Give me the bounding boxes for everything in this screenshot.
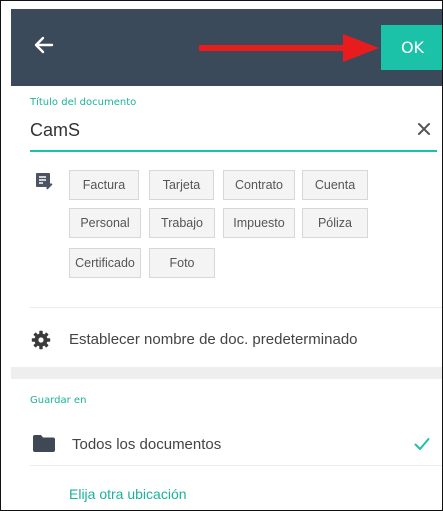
arrow-left-icon[interactable] [29,30,59,60]
tag-chip[interactable]: Certificado [69,248,141,278]
ok-button[interactable]: OK [381,25,442,70]
gear-icon [31,330,51,350]
tag-chip[interactable]: Póliza [302,208,368,238]
close-icon[interactable] [412,117,436,141]
section-divider [30,465,442,466]
selected-location-label: Todos los documentos [72,436,222,453]
app-screen: OK Título del documento Factura Tarjeta … [11,9,442,510]
annotation-arrow-icon [199,34,379,62]
tag-chip[interactable]: Contrato [223,170,295,200]
screenshot-frame: OK Título del documento Factura Tarjeta … [0,0,443,511]
tag-chip[interactable]: Tarjeta [149,170,214,200]
set-default-name-button[interactable]: Establecer nombre de doc. predeterminado [11,314,442,364]
choose-other-location-link[interactable]: Elija otra ubicación [69,486,187,502]
location-option-all-documents[interactable]: Todos los documentos [11,419,442,465]
tag-chip[interactable]: Factura [69,170,139,200]
tag-chip[interactable]: Trabajo [149,208,215,238]
section-separator [11,367,442,379]
tag-chip[interactable]: Cuenta [302,170,368,200]
top-app-bar: OK [11,9,442,86]
save-in-label: Guardar en [30,395,87,406]
tag-chip[interactable]: Foto [149,248,215,278]
note-edit-icon [35,172,53,190]
document-title-input[interactable] [30,112,410,148]
check-icon [414,436,430,450]
tag-chip[interactable]: Impuesto [223,208,295,238]
title-underline [30,150,437,152]
title-field-label: Título del documento [30,97,137,108]
default-name-label: Establecer nombre de doc. predeterminado [69,331,358,348]
tag-chip[interactable]: Personal [69,208,141,238]
folder-icon [33,435,55,452]
section-divider [30,307,442,308]
